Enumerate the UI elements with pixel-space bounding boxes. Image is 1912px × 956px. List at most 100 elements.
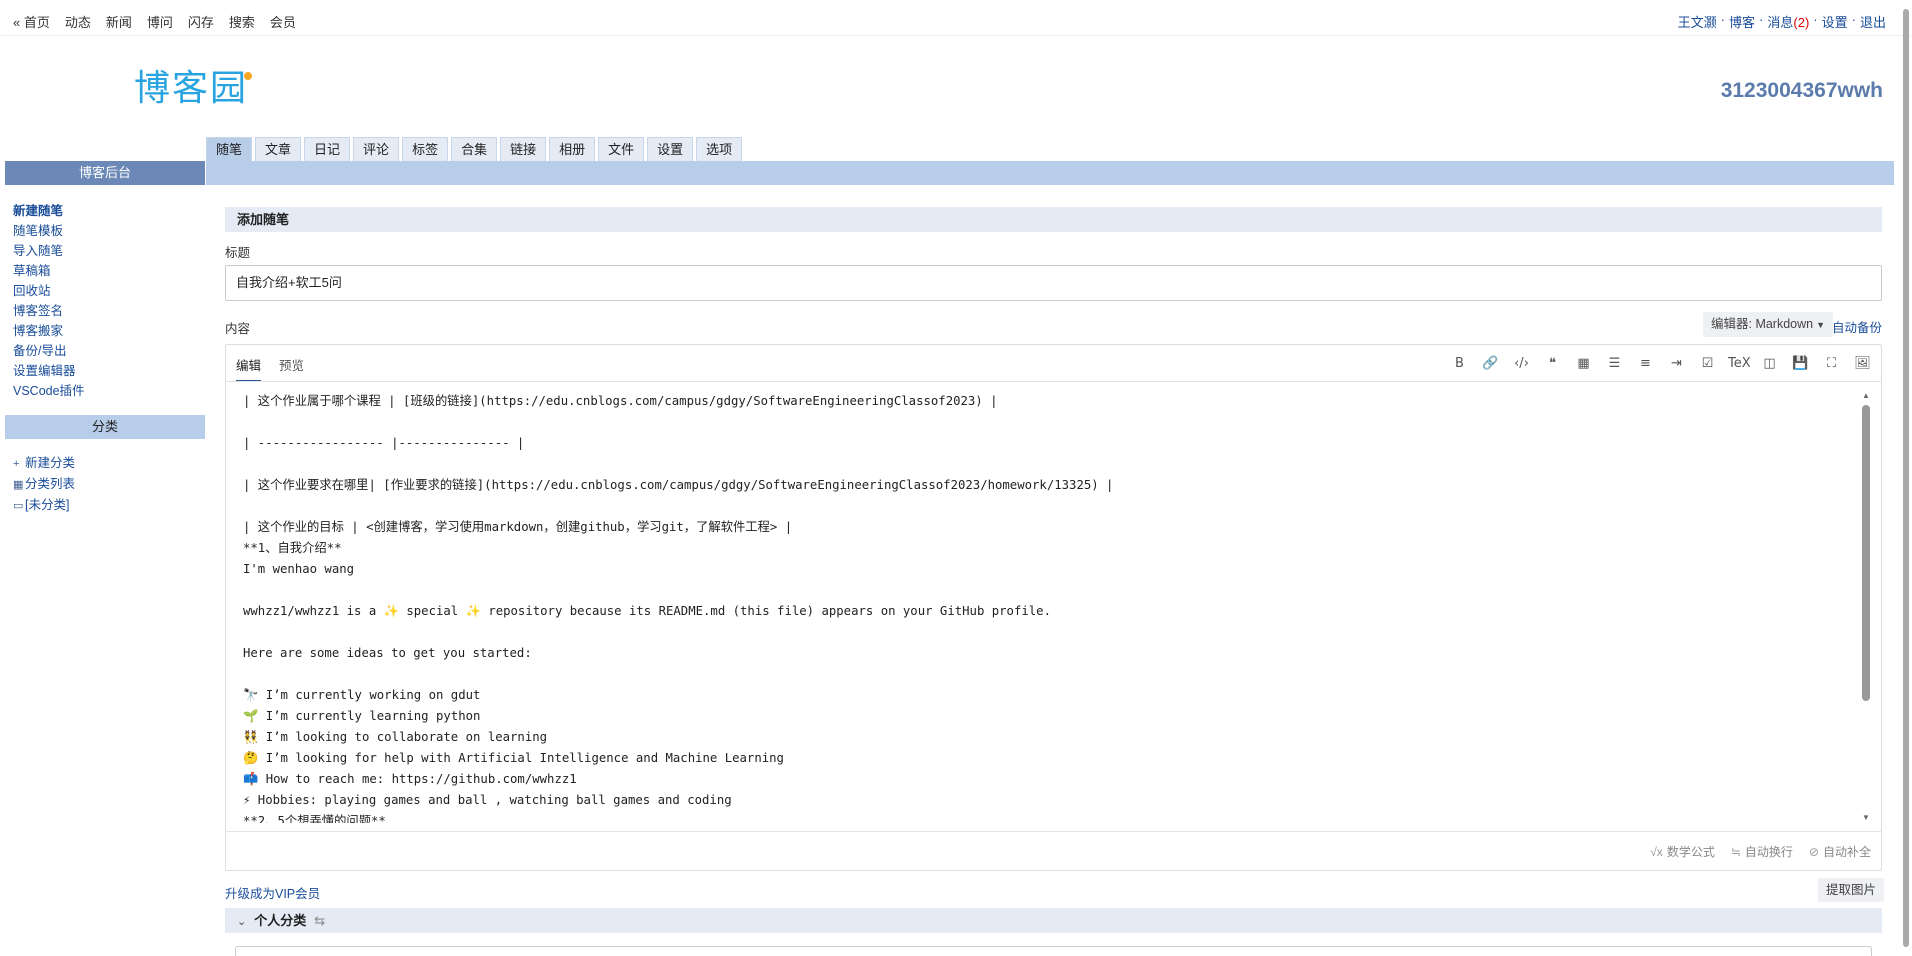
math-toggle[interactable]: √x 数学公式 — [1650, 843, 1715, 860]
scroll-thumb[interactable] — [1862, 405, 1870, 701]
logout-link[interactable]: 退出 — [1860, 12, 1886, 31]
sidebar-link[interactable]: 新建随笔 — [13, 201, 205, 221]
topnav-item-4[interactable]: 闪存 — [188, 12, 214, 31]
tab-3[interactable]: 评论 — [353, 137, 400, 161]
editor-scrollbar[interactable]: ▲ ▼ — [1861, 391, 1871, 823]
section-title: 添加随笔 — [225, 207, 1882, 232]
task-list-icon[interactable]: ☑ — [1697, 355, 1718, 373]
code-line: I'm wenhao wang — [243, 562, 355, 576]
extract-images-button[interactable]: 提取图片 — [1818, 878, 1885, 902]
tab-9[interactable]: 设置 — [647, 137, 694, 161]
math-label: 数学公式 — [1666, 845, 1715, 859]
sidebar-link[interactable]: VSCode插件 — [13, 381, 205, 401]
messages-count-badge: (2) — [1793, 15, 1810, 30]
separator: · — [1813, 12, 1818, 27]
admin-tabs: 随笔 文章 日记 评论 标签 合集 链接 相册 文件 设置 选项 — [206, 137, 743, 161]
topnav-item-3[interactable]: 博问 — [147, 12, 173, 31]
logo-dot-icon — [244, 72, 253, 80]
fullscreen-icon[interactable]: ⛶ — [1821, 355, 1842, 373]
personal-category-section[interactable]: ⌄ 个人分类 ⇆ — [225, 908, 1882, 933]
vip-upgrade-link[interactable]: 升级成为VIP会员 — [225, 883, 320, 902]
save-icon[interactable]: 💾 — [1790, 355, 1811, 373]
window-scroll-thumb[interactable] — [1903, 9, 1909, 947]
preview-tab[interactable]: 预览 — [279, 355, 304, 382]
link-icon[interactable]: 🔗 — [1480, 355, 1501, 373]
separator: · — [1720, 12, 1726, 27]
top-bar: « 首页 动态 新闻 博问 闪存 搜索 会员 王文灏 · 博客 · 消息(2) · 设置 ·… — [0, 0, 1912, 36]
numbered-list-icon[interactable]: ≡ — [1635, 355, 1656, 373]
editor-type-select[interactable]: 编辑器: Markdown ▼ — [1703, 312, 1834, 337]
code-line: | 这个作业的目标 | <创建博客，学习使用markdown，创建github，… — [243, 520, 793, 534]
blog-link[interactable]: 博客 — [1729, 12, 1755, 31]
scroll-down-icon[interactable]: ▼ — [1861, 813, 1871, 823]
tab-10[interactable]: 选项 — [696, 137, 743, 161]
tab-1[interactable]: 文章 — [255, 137, 302, 161]
bullet-list-icon[interactable]: ☰ — [1604, 355, 1625, 373]
tab-5[interactable]: 合集 — [451, 137, 498, 161]
tab-6[interactable]: 链接 — [500, 137, 547, 161]
editor-toolbar: B 🔗 ‹/› ❝ ▦ ☰ ≡ ⇥ ☑ TeX ◫ 💾 ⛶ 🖼 — [1449, 355, 1873, 373]
tab-4[interactable]: 标签 — [402, 137, 449, 161]
cnblogs-logo[interactable]: 博客园 — [134, 64, 253, 109]
messages-link[interactable]: 消息(2) — [1767, 12, 1809, 31]
topnav-item-6[interactable]: 会员 — [270, 12, 296, 31]
topnav-item-2[interactable]: 新闻 — [106, 12, 132, 31]
category-link[interactable]: + 新建分类 — [13, 453, 205, 474]
wrap-label: 自动换行 — [1744, 845, 1793, 859]
tab-2[interactable]: 日记 — [304, 137, 351, 161]
tab-7[interactable]: 相册 — [549, 137, 596, 161]
code-line: wwhzz1/wwhzz1 is a ✨ special ✨ repositor… — [243, 604, 1051, 618]
sidebar-link[interactable]: 草稿箱 — [13, 261, 205, 281]
sidebar-link[interactable]: 随笔模板 — [13, 221, 205, 241]
category-link[interactable]: ▦ 分类列表 — [13, 474, 205, 495]
bold-icon[interactable]: B — [1449, 355, 1470, 373]
tab-0[interactable]: 随笔 — [206, 137, 253, 161]
title-input[interactable]: 自我介绍+软工5问 — [225, 265, 1882, 301]
sidebar-link[interactable]: 博客签名 — [13, 301, 205, 321]
code-line: 🔭 I’m currently working on gdut — [243, 688, 481, 702]
content-label: 内容 — [225, 322, 251, 336]
sidebar-link[interactable]: 备份/导出 — [13, 341, 205, 361]
edit-tab[interactable]: 编辑 — [236, 355, 262, 382]
topnav-item-0[interactable]: « 首页 — [13, 12, 50, 31]
sidebar-link[interactable]: 导入随笔 — [13, 241, 205, 261]
category-link[interactable]: ▭ [未分类] — [13, 495, 205, 516]
editor-textarea[interactable]: | 这个作业属于哪个课程 | [班级的链接](https://edu.cnblo… — [243, 391, 1843, 823]
quote-icon[interactable]: ❝ — [1542, 355, 1563, 373]
table-icon[interactable]: ▦ — [1573, 355, 1594, 373]
autosave-link[interactable]: 自动备份 — [1832, 317, 1882, 336]
blog-title[interactable]: 3123004367wwh — [1721, 79, 1883, 103]
code-line: **2、5个想弄懂的问题** — [243, 814, 386, 823]
tab-8[interactable]: 文件 — [598, 137, 645, 161]
sqrt-icon: √x — [1650, 845, 1663, 859]
topnav-item-5[interactable]: 搜索 — [229, 12, 255, 31]
indent-icon[interactable]: ⇥ — [1666, 355, 1687, 373]
code-icon[interactable]: ‹/› — [1511, 355, 1532, 373]
window-scrollbar[interactable] — [1902, 6, 1910, 950]
autocomplete-label: 自动补全 — [1822, 845, 1871, 859]
user-name-link[interactable]: 王文灏 — [1678, 12, 1717, 31]
user-bar: 王文灏 · 博客 · 消息(2) · 设置 · 退出 — [1678, 12, 1886, 31]
autocomplete-toggle[interactable]: ⊘ 自动补全 — [1809, 843, 1871, 860]
settings-link[interactable]: 设置 — [1822, 12, 1848, 31]
swap-icon[interactable]: ⇆ — [314, 913, 325, 928]
code-line: 🌱 I’m currently learning python — [243, 709, 481, 723]
divider — [226, 381, 1881, 382]
split-view-icon[interactable]: ◫ — [1759, 355, 1780, 373]
editor-footer: √x 数学公式 ≒ 自动换行 ⊘ 自动补全 — [1650, 843, 1871, 860]
sidebar-link[interactable]: 博客搬家 — [13, 321, 205, 341]
wrap-icon: ≒ — [1730, 845, 1741, 859]
tex-icon[interactable]: TeX — [1728, 355, 1751, 373]
wrap-toggle[interactable]: ≒ 自动换行 — [1731, 843, 1793, 860]
sidebar-link[interactable]: 回收站 — [13, 281, 205, 301]
image-icon[interactable]: 🖼 — [1852, 355, 1873, 373]
topnav-item-1[interactable]: 动态 — [65, 12, 91, 31]
editor-select-label: 编辑器: Markdown — [1711, 317, 1814, 331]
scroll-up-icon[interactable]: ▲ — [1861, 391, 1871, 401]
sidebar-link[interactable]: 设置编辑器 — [13, 361, 205, 381]
code-line: 👯 I’m looking to collaborate on learning — [243, 730, 548, 744]
